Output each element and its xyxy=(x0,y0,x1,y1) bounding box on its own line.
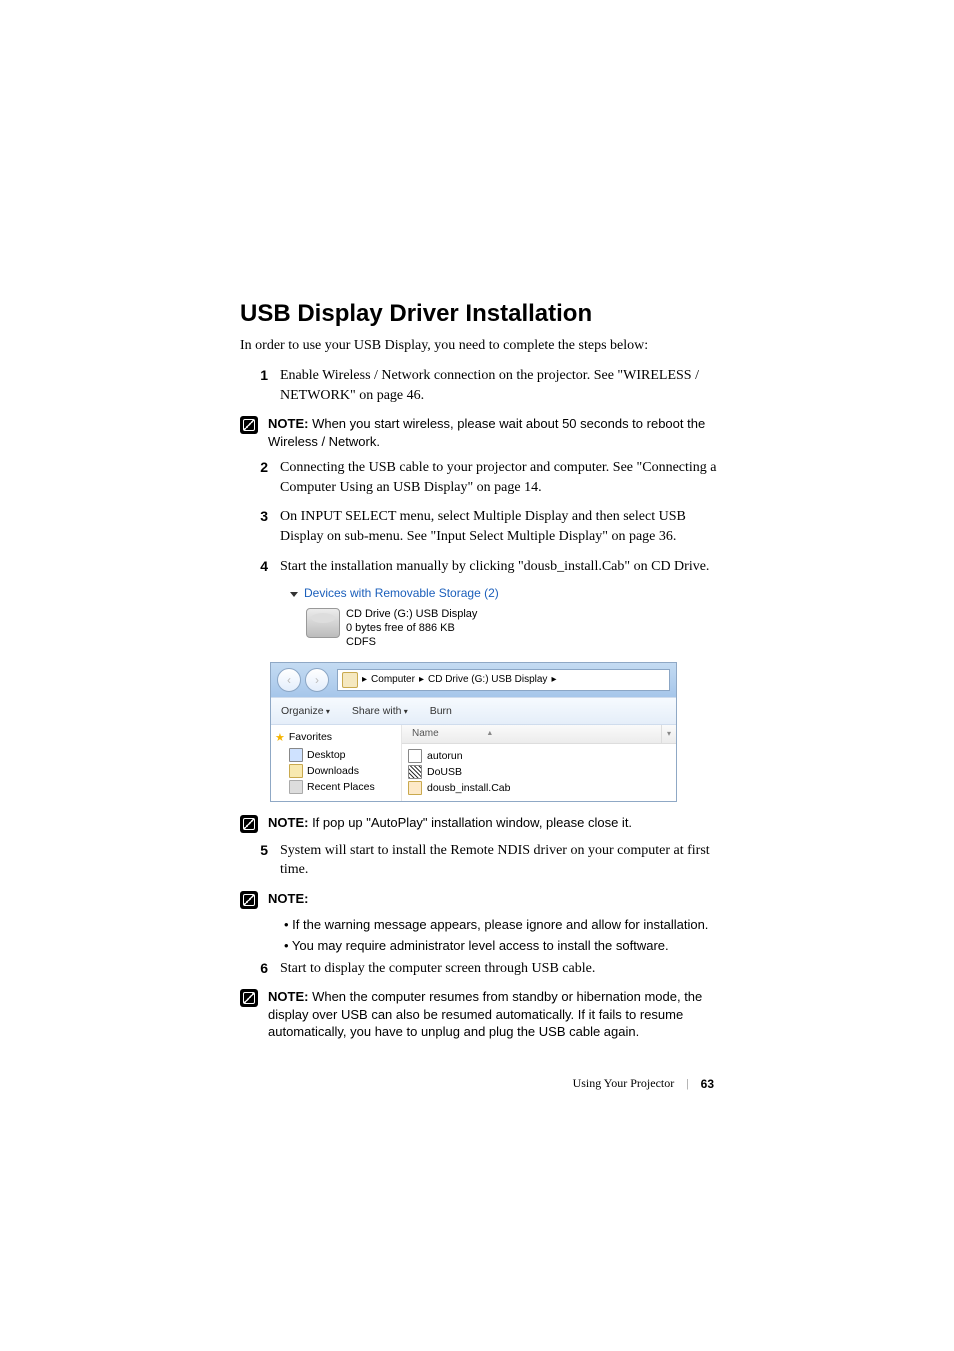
footer-section: Using Your Projector xyxy=(573,1076,675,1091)
drive-free-space: 0 bytes free of 886 KB xyxy=(346,622,477,636)
drive-icon xyxy=(342,672,358,688)
step-2: 2 Connecting the USB cable to your proje… xyxy=(240,458,724,497)
note-icon xyxy=(240,891,258,909)
intro-text: In order to use your USB Display, you ne… xyxy=(240,338,724,354)
step-text: Enable Wireless / Network connection on … xyxy=(280,366,724,405)
note-label: NOTE: xyxy=(268,989,308,1004)
address-bar[interactable]: ▸ Computer ▸ CD Drive (G:) USB Display ▸ xyxy=(337,669,670,691)
breadcrumb-arrow: ▸ xyxy=(551,674,556,685)
drive-filesystem: CDFS xyxy=(346,636,477,650)
note-text: NOTE: When the computer resumes from sta… xyxy=(268,988,724,1041)
step-text: Start to display the computer screen thr… xyxy=(280,959,724,979)
breadcrumb-drive[interactable]: CD Drive (G:) USB Display xyxy=(428,674,547,685)
step-4: 4 Start the installation manually by cli… xyxy=(240,557,724,577)
back-button[interactable]: ‹ xyxy=(277,668,301,692)
file-icon xyxy=(408,749,422,763)
favorites-label: Favorites xyxy=(289,731,332,743)
note-2: NOTE: If pop up "AutoPlay" installation … xyxy=(240,814,724,833)
nav-downloads[interactable]: Downloads xyxy=(275,763,397,779)
note-label: NOTE: xyxy=(268,815,308,830)
cd-drive-icon xyxy=(306,608,340,638)
file-name: dousb_install.Cab xyxy=(427,782,510,794)
column-header[interactable]: Name ▲ ▾ xyxy=(402,725,676,744)
note-icon xyxy=(240,815,258,833)
col-name: Name xyxy=(412,728,439,739)
note-4: NOTE: When the computer resumes from sta… xyxy=(240,988,724,1041)
recent-places-icon xyxy=(289,780,303,794)
nav-label: Downloads xyxy=(307,765,359,777)
sort-arrow-icon: ▲ xyxy=(486,730,493,737)
note-icon xyxy=(240,416,258,434)
file-name: autorun xyxy=(427,750,463,762)
explorer-file-pane: Name ▲ ▾ autorun DoUSB dousb_install.Cab xyxy=(401,725,676,801)
desktop-icon xyxy=(289,748,303,762)
nav-label: Desktop xyxy=(307,749,346,761)
note-3: NOTE: xyxy=(240,890,724,909)
nav-label: Recent Places xyxy=(307,781,375,793)
step-1: 1 Enable Wireless / Network connection o… xyxy=(240,366,724,405)
favorites-header[interactable]: ★ Favorites xyxy=(275,731,397,744)
step-6: 6 Start to display the computer screen t… xyxy=(240,959,724,979)
file-name: DoUSB xyxy=(427,766,462,778)
note-text: NOTE: xyxy=(268,890,724,908)
devices-header-text: Devices with Removable Storage (2) xyxy=(304,586,499,600)
step-number: 2 xyxy=(240,458,280,497)
step-3: 3 On INPUT SELECT menu, select Multiple … xyxy=(240,507,724,546)
note-icon xyxy=(240,989,258,1007)
nav-recent-places[interactable]: Recent Places xyxy=(275,779,397,795)
step-number: 1 xyxy=(240,366,280,405)
batch-file-icon xyxy=(408,765,422,779)
explorer-toolbar: Organize Share with Burn xyxy=(271,697,676,725)
step-number: 3 xyxy=(240,507,280,546)
note-body: When the computer resumes from standby o… xyxy=(268,989,702,1039)
explorer-titlebar: ‹ › ▸ Computer ▸ CD Drive (G:) USB Displ… xyxy=(271,663,676,697)
organize-button[interactable]: Organize xyxy=(281,705,330,717)
note-text: NOTE: When you start wireless, please wa… xyxy=(268,415,724,450)
downloads-icon xyxy=(289,764,303,778)
step-text: Connecting the USB cable to your project… xyxy=(280,458,724,497)
devices-storage-screenshot: Devices with Removable Storage (2) CD Dr… xyxy=(290,586,724,649)
explorer-nav-pane: ★ Favorites Desktop Downloads Recent Plac… xyxy=(271,725,401,801)
forward-button[interactable]: › xyxy=(305,668,329,692)
bullet-item: • You may require administrator level ac… xyxy=(284,938,724,953)
breadcrumb-arrow: ▸ xyxy=(419,674,424,685)
breadcrumb-arrow: ▸ xyxy=(362,674,367,685)
share-with-button[interactable]: Share with xyxy=(352,705,408,717)
column-dropdown[interactable]: ▾ xyxy=(661,725,676,743)
page-footer: Using Your Projector | 63 xyxy=(573,1076,714,1091)
collapse-triangle-icon xyxy=(290,592,298,597)
bullet-item: • If the warning message appears, please… xyxy=(284,917,724,932)
note-body: When you start wireless, please wait abo… xyxy=(268,416,705,449)
footer-separator: | xyxy=(686,1076,688,1091)
section-heading: USB Display Driver Installation xyxy=(240,300,724,328)
step-number: 6 xyxy=(240,959,280,979)
step-text: System will start to install the Remote … xyxy=(280,841,724,880)
step-text: Start the installation manually by click… xyxy=(280,557,724,577)
note-3-bullets: • If the warning message appears, please… xyxy=(240,917,724,953)
cd-drive-item: CD Drive (G:) USB Display 0 bytes free o… xyxy=(306,608,724,649)
step-text: On INPUT SELECT menu, select Multiple Di… xyxy=(280,507,724,546)
cab-file-icon xyxy=(408,781,422,795)
burn-button[interactable]: Burn xyxy=(430,705,452,717)
devices-header: Devices with Removable Storage (2) xyxy=(290,586,724,600)
file-autorun[interactable]: autorun xyxy=(408,748,670,764)
breadcrumb-computer[interactable]: Computer xyxy=(371,674,415,685)
nav-desktop[interactable]: Desktop xyxy=(275,747,397,763)
note-body: If pop up "AutoPlay" installation window… xyxy=(308,815,632,830)
note-text: NOTE: If pop up "AutoPlay" installation … xyxy=(268,814,724,832)
step-number: 5 xyxy=(240,841,280,880)
step-5: 5 System will start to install the Remot… xyxy=(240,841,724,880)
file-dousb-install-cab[interactable]: dousb_install.Cab xyxy=(408,780,670,796)
note-1: NOTE: When you start wireless, please wa… xyxy=(240,415,724,450)
step-number: 4 xyxy=(240,557,280,577)
page-number: 63 xyxy=(701,1077,714,1091)
star-icon: ★ xyxy=(275,731,285,744)
drive-name: CD Drive (G:) USB Display xyxy=(346,608,477,622)
note-label: NOTE: xyxy=(268,416,308,431)
file-dousb[interactable]: DoUSB xyxy=(408,764,670,780)
note-label: NOTE: xyxy=(268,891,308,906)
explorer-window-screenshot: ‹ › ▸ Computer ▸ CD Drive (G:) USB Displ… xyxy=(270,662,677,802)
